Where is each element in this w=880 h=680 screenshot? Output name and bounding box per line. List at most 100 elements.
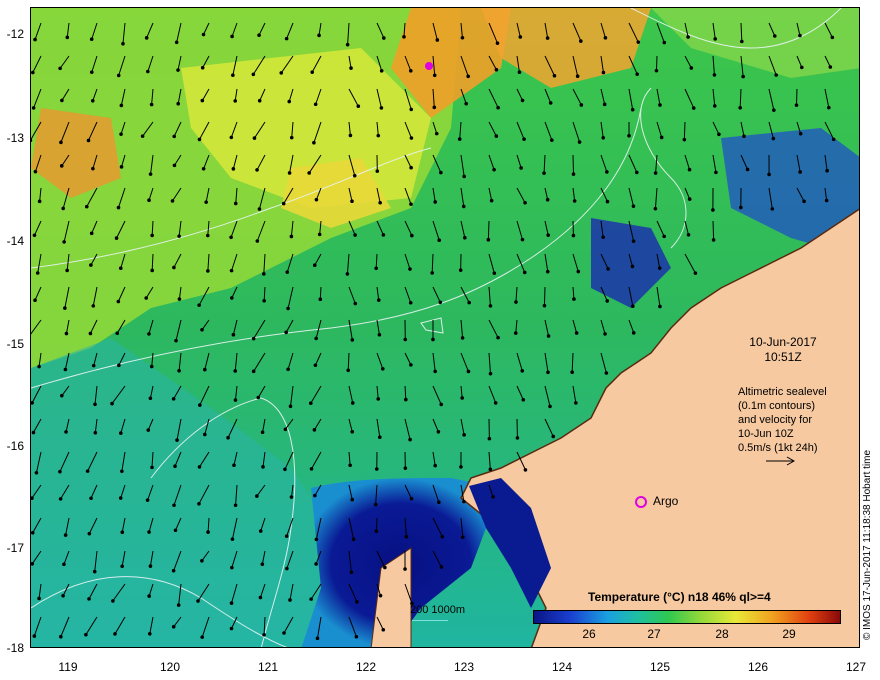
velocity-arrow-head	[662, 234, 666, 239]
velocity-arrow-head	[346, 368, 351, 373]
velocity-arrow-head	[173, 464, 177, 468]
velocity-arrow-head	[522, 270, 527, 275]
velocity-arrow-head	[59, 164, 64, 168]
velocity-arrow-head	[432, 73, 437, 78]
velocity-arrow-head	[631, 331, 636, 335]
velocity-arrow-head	[176, 603, 181, 607]
velocity-arrow-head	[345, 272, 350, 276]
velocity-arrow-head	[37, 596, 41, 601]
sst-map[interactable]	[30, 7, 860, 648]
velocity-arrow-head	[466, 74, 470, 79]
velocity-arrow-head	[440, 534, 445, 539]
velocity-arrow-head	[61, 206, 66, 211]
time-label: 10:51Z	[764, 350, 802, 364]
velocity-arrow-head	[353, 233, 357, 237]
velocity-arrow-head	[256, 395, 261, 400]
velocity-arrow-head	[627, 133, 631, 138]
velocity-arrow-head	[313, 102, 318, 107]
velocity-arrow-head	[713, 37, 718, 41]
velocity-arrow	[375, 517, 378, 532]
velocity-arrow-head	[379, 106, 384, 110]
velocity-arrow-head	[350, 429, 355, 434]
velocity-arrow-head	[657, 266, 662, 270]
velocity-arrow-head	[31, 70, 35, 75]
velocity-arrow-head	[84, 632, 88, 637]
velocity-arrow-head	[197, 465, 202, 469]
velocity-arrow-head	[233, 503, 238, 508]
velocity-arrow-head	[120, 469, 124, 474]
velocity-arrow-head	[89, 263, 93, 267]
velocity-arrow-head	[376, 298, 381, 302]
velocity-arrow-head	[742, 134, 746, 138]
velocity-arrow-head	[59, 634, 63, 639]
velocity-arrow-head	[492, 167, 496, 172]
velocity-arrow-head	[489, 198, 494, 203]
velocity-arrow-head	[403, 466, 408, 470]
velocity-arrow-head	[496, 105, 500, 110]
velocity-arrow-head	[257, 207, 262, 211]
velocity-arrow-head	[636, 40, 641, 44]
velocity-arrow-head	[286, 306, 290, 311]
velocity-arrow-head	[197, 502, 201, 506]
velocity-arrow-head	[491, 494, 495, 499]
velocity-arrow-head	[771, 136, 776, 141]
velocity-arrow-head	[150, 465, 154, 470]
altimetry-line: 10-Jun 10Z	[738, 428, 794, 440]
velocity-arrow-head	[376, 397, 381, 401]
lon-label-122: 122	[355, 660, 377, 674]
velocity-arrow-head	[150, 233, 154, 238]
velocity-arrow-head	[92, 569, 97, 574]
velocity-arrow-head	[353, 301, 358, 306]
velocity-scale-arrow-icon	[766, 456, 796, 466]
velocity-arrow-head	[283, 467, 287, 472]
velocity-arrow-head	[147, 198, 151, 203]
velocity-arrow-head	[229, 626, 234, 631]
velocity-arrow-head	[349, 570, 354, 575]
velocity-arrow	[712, 220, 715, 240]
velocity-arrow-head	[631, 204, 636, 208]
velocity-arrow-head	[662, 40, 667, 45]
velocity-arrow-head	[350, 401, 355, 405]
velocity-arrow-head	[116, 205, 121, 210]
velocity-arrow-head	[521, 397, 526, 402]
velocity-arrow-head	[149, 364, 154, 369]
velocity-arrow-head	[174, 338, 178, 343]
velocity-arrow-head	[601, 70, 606, 75]
velocity-arrow-head	[85, 469, 90, 473]
velocity-arrow-head	[433, 369, 437, 374]
velocity-arrow-head	[198, 403, 202, 407]
velocity-arrow-head	[289, 234, 294, 239]
velocity-arrow-head	[548, 101, 553, 105]
altimetry-line: (0.1m contours)	[738, 400, 816, 412]
velocity-arrow-head	[712, 104, 717, 108]
velocity-arrow-head	[687, 167, 692, 172]
velocity-arrow-head	[231, 332, 236, 337]
velocity-arrow-head	[579, 39, 583, 43]
velocity-arrow-head	[439, 170, 443, 175]
velocity-arrow-head	[576, 269, 581, 274]
velocity-arrow-head	[739, 205, 743, 210]
velocity-arrow-head	[462, 174, 466, 179]
velocity-arrow-head	[464, 101, 468, 106]
velocity-arrow-head	[381, 627, 386, 632]
velocity-arrow-head	[409, 107, 414, 112]
velocity-arrow-head	[383, 565, 387, 570]
sst-map-canvas	[31, 8, 859, 647]
velocity-arrow-head	[345, 42, 350, 47]
velocity-arrow-head	[545, 269, 550, 274]
velocity-arrow-head	[830, 35, 835, 40]
velocity-arrow-head	[467, 300, 471, 305]
lon-label-127: 127	[845, 660, 867, 674]
velocity-arrow-head	[381, 233, 386, 237]
velocity-arrow-head	[314, 197, 319, 202]
velocity-arrow-head	[798, 170, 802, 174]
velocity-arrow-head	[459, 465, 463, 469]
velocity-arrow-head	[458, 268, 463, 272]
velocity-arrow-head	[824, 198, 829, 203]
velocity-arrow-head	[375, 169, 380, 173]
velocity-arrow-head	[378, 200, 382, 205]
velocity-arrow-head	[308, 401, 313, 406]
velocity-arrow	[543, 286, 546, 306]
velocity-arrow-head	[352, 173, 357, 178]
velocity-arrow-head	[172, 503, 176, 508]
